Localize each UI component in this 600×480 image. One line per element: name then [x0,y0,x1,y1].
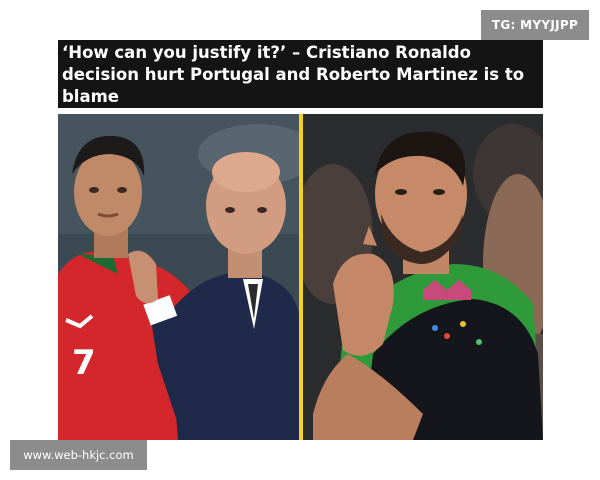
photo-ronaldo-martinez-illustration: 7 [58,114,299,440]
jersey-number: 7 [72,343,96,383]
photo-ronaldo-martinez: 7 [58,114,299,440]
photo-diogo-jota-illustration [303,114,543,440]
telegram-badge: TG: MYYJJPP [481,10,589,40]
article-headline[interactable]: ‘How can you justify it?’ – Cristiano Ro… [58,40,543,108]
site-watermark[interactable]: www.web-hkjc.com [10,440,147,470]
photo-diogo-jota-bench [303,114,543,440]
